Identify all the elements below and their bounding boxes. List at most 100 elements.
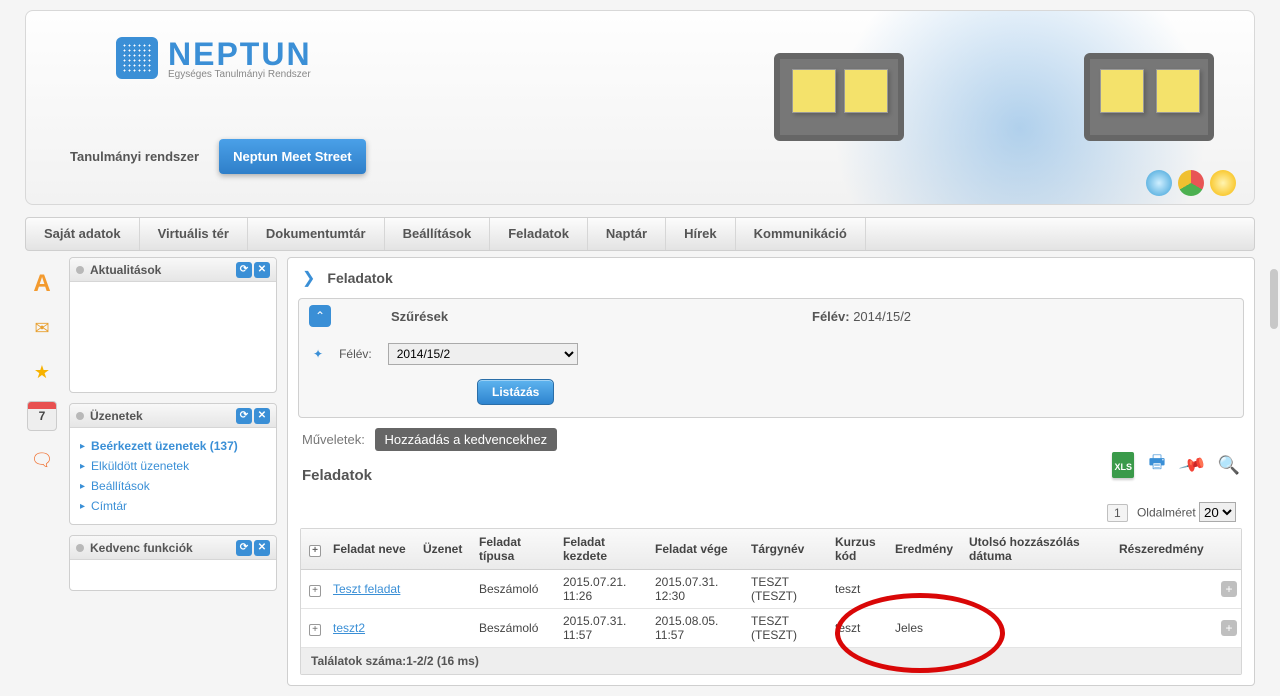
link-inbox[interactable]: Beérkezett üzenetek (137) — [91, 439, 238, 453]
tab-meet-street[interactable]: Neptun Meet Street — [219, 139, 365, 174]
expand-all-icon[interactable]: + — [309, 545, 321, 557]
panel-close-icon[interactable]: ✕ — [254, 262, 270, 278]
link-settings[interactable]: Beállítások — [91, 479, 150, 493]
col-start[interactable]: Feladat kezdete — [555, 529, 647, 570]
neptun-logo-icon — [116, 37, 158, 79]
panel-refresh-icon[interactable]: ⟳ — [236, 540, 252, 556]
accessibility-icon[interactable] — [1210, 170, 1236, 196]
rail-mail-icon[interactable]: ✉ — [27, 313, 57, 343]
rail-letter-icon[interactable]: A — [27, 269, 57, 299]
content-panel: ❯ Feladatok ⌃ Szűrések Félév: 2014/15/2 … — [287, 257, 1255, 686]
panel-head-uzenetek: Üzenetek ⟳ ✕ — [70, 404, 276, 428]
panel-close-icon[interactable]: ✕ — [254, 540, 270, 556]
header-tabs: Tanulmányi rendszer Neptun Meet Street — [56, 139, 366, 174]
tab-study-system[interactable]: Tanulmányi rendszer — [56, 139, 213, 174]
filter-collapse-icon[interactable]: ⌃ — [309, 305, 331, 327]
page-size-label: Oldalméret — [1137, 506, 1196, 520]
menu-sajat-adatok[interactable]: Saját adatok — [26, 218, 140, 250]
link-sent[interactable]: Elküldött üzenetek — [91, 459, 189, 473]
panel-close-icon[interactable]: ✕ — [254, 408, 270, 424]
col-course[interactable]: Kurzus kód — [827, 529, 887, 570]
task-link[interactable]: Teszt feladat — [333, 582, 400, 596]
col-name[interactable]: Feladat neve — [325, 529, 415, 570]
col-subject[interactable]: Tárgynév — [743, 529, 827, 570]
row-expand-icon[interactable]: + — [309, 624, 321, 636]
print-icon[interactable]: 🖶 — [1144, 452, 1170, 478]
panel-refresh-icon[interactable]: ⟳ — [236, 408, 252, 424]
menu-hirek[interactable]: Hírek — [666, 218, 736, 250]
panel-body-aktualitasok — [70, 282, 276, 392]
col-result[interactable]: Eredmény — [887, 529, 961, 570]
grid-header-row: + Feladat neve Üzenet Feladat típusa Fel… — [301, 529, 1241, 570]
panel-refresh-icon[interactable]: ⟳ — [236, 262, 252, 278]
content-area: ❯ Feladatok ⌃ Szűrések Félév: 2014/15/2 … — [287, 257, 1255, 696]
rail-calendar-icon[interactable]: 7 — [27, 401, 57, 431]
panel-head-kedvenc: Kedvenc funkciók ⟳ ✕ — [70, 536, 276, 560]
menu-virtualis-ter[interactable]: Virtuális tér — [140, 218, 248, 250]
left-rail: A ✉ ★ 7 🗨 — [25, 257, 59, 696]
row-actions-icon[interactable]: + — [1221, 620, 1237, 636]
cell-type: Beszámoló — [471, 609, 555, 648]
cell-type: Beszámoló — [471, 570, 555, 609]
list-button[interactable]: Listázás — [477, 379, 554, 405]
col-end[interactable]: Feladat vége — [647, 529, 743, 570]
row-actions-icon[interactable]: + — [1221, 581, 1237, 597]
menu-feladatok[interactable]: Feladatok — [490, 218, 588, 250]
grid-tools: XLS 🖶 📌 🔍 — [1112, 452, 1242, 478]
semester-select[interactable]: 2014/15/2 — [388, 343, 578, 365]
panel-body-kedvenc — [70, 560, 276, 590]
sidebar: Aktualitások ⟳ ✕ Üzenetek ⟳ ✕ ▸Beérkezet… — [69, 257, 277, 696]
scrollbar[interactable] — [1270, 269, 1278, 329]
col-lastcomment[interactable]: Utolsó hozzászólás dátuma — [961, 529, 1111, 570]
chevron-right-icon: ❯ — [302, 268, 315, 288]
row-expand-icon[interactable]: + — [309, 585, 321, 597]
tasks-grid: + Feladat neve Üzenet Feladat típusa Fel… — [300, 528, 1242, 675]
cell-result: Jeles — [887, 609, 961, 648]
operations-bar: Műveletek: Hozzáadás a kedvencekhez — [288, 424, 1254, 461]
task-link[interactable]: teszt2 — [333, 621, 365, 635]
rail-chat-icon[interactable]: 🗨 — [27, 445, 57, 475]
filter-head: ⌃ Szűrések Félév: 2014/15/2 — [299, 299, 1243, 333]
panel-title: Üzenetek — [90, 409, 143, 423]
neptun-logo-text: NEPTUN — [168, 36, 312, 73]
pin-icon[interactable]: 📌 — [1175, 447, 1211, 483]
operations-label: Műveletek: — [302, 432, 365, 447]
menu-naptar[interactable]: Naptár — [588, 218, 666, 250]
table-row: + teszt2 Beszámoló 2015.07.31. 11:57 201… — [301, 609, 1241, 648]
col-msg[interactable]: Üzenet — [415, 529, 471, 570]
col-type[interactable]: Feladat típusa — [471, 529, 555, 570]
rail-star-icon[interactable]: ★ — [27, 357, 57, 387]
menu-kommunikacio[interactable]: Kommunikáció — [736, 218, 866, 250]
cell-end: 2015.07.31. 12:30 — [647, 570, 743, 609]
menu-beallitasok[interactable]: Beállítások — [385, 218, 491, 250]
cell-course: teszt — [827, 570, 887, 609]
export-xls-icon[interactable]: XLS — [1112, 452, 1134, 478]
cell-lastcomment — [961, 570, 1111, 609]
app-header: NEPTUN Egységes Tanulmányi Rendszer Tanu… — [25, 10, 1255, 205]
filters-label: Szűrések — [391, 309, 448, 324]
neptun-logo: NEPTUN Egységes Tanulmányi Rendszer — [116, 36, 312, 80]
filter-box: ⌃ Szűrések Félév: 2014/15/2 ✦ Félév: 201… — [298, 298, 1244, 418]
add-to-favorites-button[interactable]: Hozzáadás a kedvencekhez — [375, 428, 558, 451]
theme-icon[interactable] — [1178, 170, 1204, 196]
cell-subject: TESZT (TESZT) — [743, 570, 827, 609]
cell-course: teszt — [827, 609, 887, 648]
panel-body-uzenetek: ▸Beérkezett üzenetek (137) ▸Elküldött üz… — [70, 428, 276, 524]
cell-result — [887, 570, 961, 609]
page-size-select[interactable]: 20 — [1199, 502, 1236, 522]
page-number[interactable]: 1 — [1107, 504, 1128, 522]
semester-head-label: Félév: — [812, 309, 850, 324]
main-menu: Saját adatok Virtuális tér Dokumentumtár… — [25, 217, 1255, 251]
search-icon[interactable]: 🔍 — [1216, 452, 1242, 478]
panel-kedvenc-funkciok: Kedvenc funkciók ⟳ ✕ — [69, 535, 277, 591]
semester-label: Félév: — [339, 347, 372, 361]
link-directory[interactable]: Címtár — [91, 499, 127, 513]
panel-aktualitasok: Aktualitások ⟳ ✕ — [69, 257, 277, 393]
cell-msg — [415, 609, 471, 648]
pager: 1 Oldalméret 20 — [288, 498, 1254, 526]
menu-dokumentumtar[interactable]: Dokumentumtár — [248, 218, 385, 250]
header-utility-icons — [1146, 170, 1236, 196]
panel-uzenetek: Üzenetek ⟳ ✕ ▸Beérkezett üzenetek (137) … — [69, 403, 277, 525]
globe-icon[interactable] — [1146, 170, 1172, 196]
col-partial[interactable]: Részeredmény — [1111, 529, 1213, 570]
